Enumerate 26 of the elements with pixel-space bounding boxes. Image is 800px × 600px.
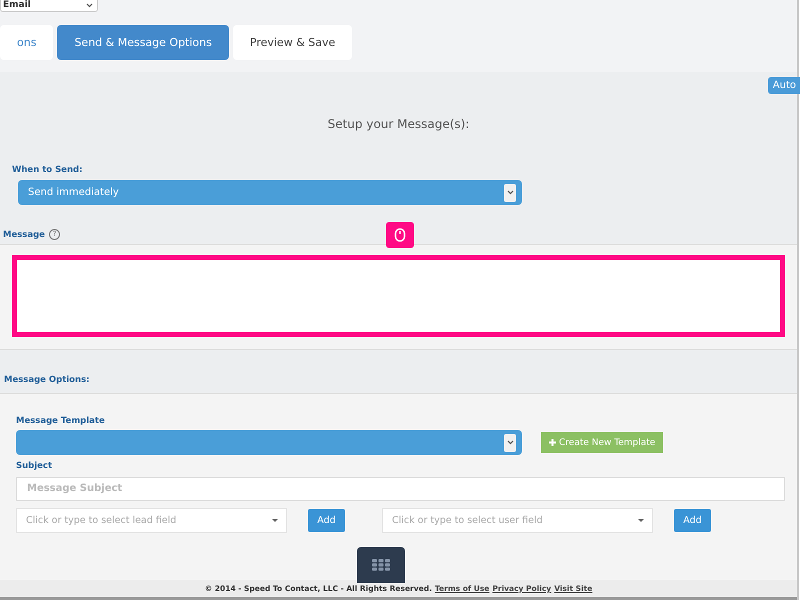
chevron-icon	[504, 434, 516, 452]
field-picker[interactable]: Click or type to select lead field	[16, 508, 287, 533]
template-select[interactable]	[16, 430, 522, 456]
grid-icon[interactable]	[357, 546, 405, 583]
section-heading: Setup your Message(s):	[326, 117, 470, 134]
section-title: Message Options:	[4, 374, 90, 385]
create-template-button[interactable]: Create New Template	[541, 432, 664, 454]
field-label: Message Template	[16, 416, 106, 426]
when-to-send-select[interactable]: Send immediately	[18, 180, 522, 206]
subject-input[interactable]: Message Subject	[16, 476, 785, 501]
field-label: Subject	[16, 461, 54, 472]
tab[interactable]: ons	[0, 25, 54, 60]
add-button[interactable]: Add	[674, 508, 711, 532]
caret-icon	[638, 518, 644, 522]
auto-button[interactable]: Auto	[768, 77, 800, 94]
field-label: Message	[3, 230, 45, 240]
message-textarea[interactable]	[12, 255, 785, 338]
field-label: When to Send:	[12, 165, 84, 176]
chevron-icon	[504, 184, 516, 202]
tab[interactable]: Send & Message Options	[57, 25, 229, 60]
caret-icon	[272, 518, 278, 522]
channel-select[interactable]: Email	[0, 0, 98, 12]
add-button[interactable]: Add	[308, 508, 345, 532]
plus-icon	[549, 439, 556, 446]
tab[interactable]: Preview & Save	[232, 25, 352, 60]
field-picker[interactable]: Click or type to select user field	[382, 508, 653, 533]
